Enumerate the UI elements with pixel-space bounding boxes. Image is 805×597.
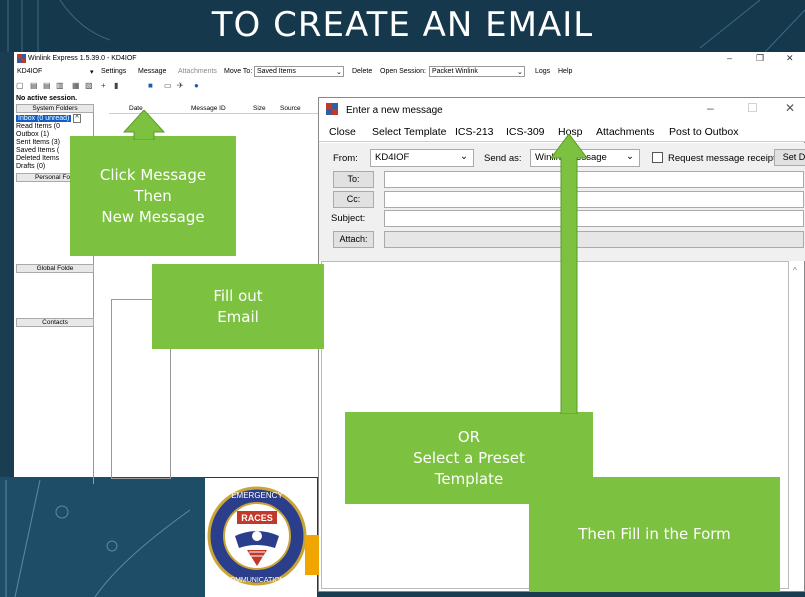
- compose-menu-post-to-outbox[interactable]: Post to Outbox: [669, 126, 738, 138]
- logo-panel: RACES EMERGENCY COMMUNICATIONS: [205, 478, 317, 597]
- move-to-dropdown-icon[interactable]: ⌄: [336, 68, 342, 76]
- attach-button[interactable]: Attach:: [333, 231, 374, 248]
- session-select[interactable]: Packet Winlink: [429, 66, 525, 77]
- folder-outbox[interactable]: Outbox (1): [16, 131, 49, 139]
- archive-icon[interactable]: ▮: [114, 81, 118, 90]
- menu-delete[interactable]: Delete: [352, 68, 372, 75]
- add-icon[interactable]: +: [101, 81, 106, 90]
- folder-saved-items[interactable]: Saved Items (: [16, 147, 59, 155]
- compose-close-icon[interactable]: ✕: [785, 101, 795, 115]
- folder-read-items[interactable]: Read Items (0: [16, 123, 60, 131]
- cc-field[interactable]: [384, 191, 804, 208]
- slide: TO CREATE AN EMAIL Winlink Express 1.5.3…: [0, 0, 805, 597]
- contacts-header: Contacts: [16, 318, 94, 327]
- app-menubar: KD4IOF ▾ Settings Message Attachments Mo…: [14, 66, 805, 79]
- callsign-dropdown-icon[interactable]: ▾: [90, 68, 94, 76]
- move-to-select[interactable]: Saved Items: [254, 66, 344, 77]
- logo-bottom-text: COMMUNICATIONS: [225, 577, 290, 584]
- move-to-label: Move To:: [224, 68, 253, 75]
- callout-fill-out-email: Fill out Email: [152, 264, 324, 349]
- menu-help[interactable]: Help: [558, 68, 572, 75]
- close-icon[interactable]: ✕: [786, 53, 794, 64]
- column-size[interactable]: Size: [253, 105, 266, 112]
- arrow-to-hosp-template-icon: [550, 134, 588, 414]
- subject-label: Subject:: [331, 213, 366, 224]
- system-folders-header: System Folders: [16, 104, 94, 113]
- global-folders-header: Global Folde: [16, 264, 94, 273]
- new-icon[interactable]: ▢: [16, 81, 24, 90]
- logo-accent: [305, 535, 319, 575]
- races-logo: RACES EMERGENCY COMMUNICATIONS: [207, 486, 307, 586]
- compose-menu-ics-213[interactable]: ICS-213: [455, 126, 494, 138]
- attachments-field: [384, 231, 804, 248]
- compose-maximize-icon[interactable]: ☐: [747, 101, 758, 115]
- to-button[interactable]: To:: [333, 171, 374, 188]
- from-label: From:: [333, 153, 358, 164]
- forward-icon[interactable]: ▦: [72, 81, 80, 90]
- compose-menu-close[interactable]: Close: [329, 126, 356, 138]
- arrow-to-message-menu-icon: [122, 110, 166, 140]
- slide-title: TO CREATE AN EMAIL: [211, 5, 594, 45]
- copy-icon[interactable]: ▧: [85, 81, 93, 90]
- send-as-dropdown-icon[interactable]: ⌄: [626, 151, 634, 162]
- logo-top-text: EMERGENCY: [231, 491, 283, 500]
- session-status: No active session.: [16, 95, 78, 102]
- toolbar: ▢ ▤ ▤ ▥ ▦ ▧ + ▮ ■ ▭ ✈ ●: [14, 81, 324, 92]
- help-icon[interactable]: ●: [194, 81, 199, 90]
- folder-sent-items[interactable]: Sent Items (3): [16, 139, 60, 147]
- compose-title: Enter a new message: [346, 105, 443, 116]
- column-source[interactable]: Source: [280, 105, 301, 112]
- save-icon[interactable]: ■: [148, 81, 153, 90]
- menu-message[interactable]: Message: [138, 68, 166, 75]
- to-field[interactable]: [384, 171, 804, 188]
- send-as-label: Send as:: [484, 153, 522, 164]
- request-receipt-label: Request message receipt: [668, 153, 776, 164]
- open-session-label: Open Session:: [380, 68, 426, 75]
- logo-races-text: RACES: [241, 513, 273, 523]
- restore-icon[interactable]: ❐: [756, 53, 764, 64]
- winlink-message-icon: [326, 103, 338, 115]
- cc-button[interactable]: Cc:: [333, 191, 374, 208]
- compose-titlebar: Enter a new message – ☐ ✕: [319, 98, 805, 122]
- menu-attachments[interactable]: Attachments: [178, 68, 217, 75]
- menu-settings[interactable]: Settings: [101, 68, 126, 75]
- compose-minimize-icon[interactable]: –: [707, 101, 714, 115]
- compose-menu-select-template[interactable]: Select Template: [372, 126, 447, 138]
- column-message-id[interactable]: Message ID: [191, 105, 226, 112]
- reply-all-icon[interactable]: ▤: [43, 81, 51, 90]
- folder-drafts[interactable]: Drafts (0): [16, 163, 45, 171]
- callsign-select[interactable]: KD4IOF: [17, 68, 42, 75]
- reply-icon[interactable]: ▤: [30, 81, 38, 90]
- app-title: Winlink Express 1.5.39.0 - KD4IOF: [28, 55, 137, 62]
- set-default-button[interactable]: Set D: [774, 149, 805, 166]
- menu-logs[interactable]: Logs: [535, 68, 550, 75]
- session-dropdown-icon[interactable]: ⌄: [517, 68, 523, 76]
- minimize-icon[interactable]: –: [727, 53, 732, 63]
- request-receipt-checkbox[interactable]: [652, 152, 663, 163]
- route-icon[interactable]: ✈: [177, 81, 184, 90]
- from-dropdown-icon[interactable]: ⌄: [460, 151, 468, 162]
- scroll-up-icon[interactable]: ^: [793, 266, 797, 275]
- callout-fill-form: Then Fill in the Form: [529, 477, 780, 592]
- folder-inbox[interactable]: Inbox (0 unread) ^: [16, 114, 81, 123]
- from-select[interactable]: KD4IOF ⌄: [370, 149, 474, 167]
- callout-click-message: Click Message Then New Message: [70, 136, 236, 256]
- compose-menu-ics-309[interactable]: ICS-309: [506, 126, 545, 138]
- compose-menu-attachments[interactable]: Attachments: [596, 126, 654, 138]
- printer-icon[interactable]: ▭: [164, 81, 172, 90]
- folder-deleted-items[interactable]: Deleted Items: [16, 155, 59, 163]
- subject-field[interactable]: [384, 210, 804, 227]
- print-icon[interactable]: ▥: [56, 81, 64, 90]
